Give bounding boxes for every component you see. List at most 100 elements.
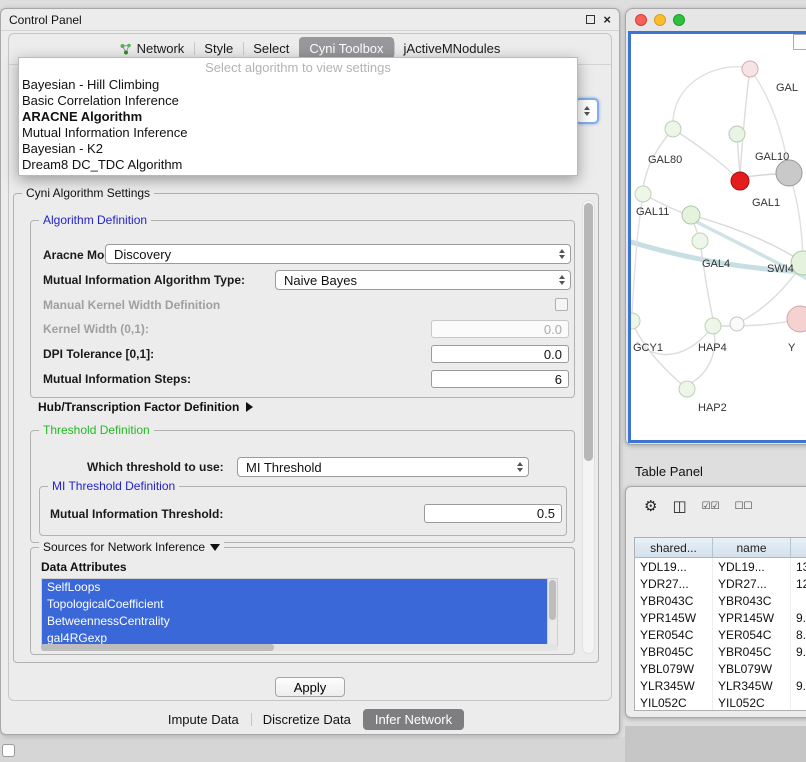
table-cell[interactable]: YDL19...: [713, 558, 791, 575]
data-attribute-item[interactable]: BetweennessCentrality: [42, 613, 547, 630]
table-cell[interactable]: YER054C: [713, 626, 791, 643]
table-cell[interactable]: YER054C: [635, 626, 713, 643]
close-window-icon[interactable]: ×: [603, 15, 611, 25]
table-cell[interactable]: [791, 694, 806, 711]
network-node[interactable]: [635, 186, 651, 202]
table-cell[interactable]: 13: [791, 558, 806, 575]
network-edge[interactable]: [746, 174, 778, 177]
scrollbar-thumb[interactable]: [41, 644, 274, 651]
network-edge[interactable]: [700, 241, 713, 319]
close-button[interactable]: [635, 14, 647, 26]
table-row[interactable]: YLR345WYLR345W9.: [635, 677, 806, 694]
collapsed-panel-icon[interactable]: [2, 744, 15, 757]
which-threshold-select[interactable]: MI Threshold: [237, 457, 529, 477]
network-node[interactable]: [776, 160, 802, 186]
network-node[interactable]: [692, 233, 708, 249]
network-node[interactable]: [730, 317, 744, 331]
table-cell[interactable]: 12: [791, 575, 806, 592]
dpi-tolerance-input[interactable]: 0.0: [431, 345, 569, 363]
network-node[interactable]: [682, 206, 700, 224]
data-attribute-item[interactable]: SelfLoops: [42, 579, 547, 596]
bottom-tab-discretize-data[interactable]: Discretize Data: [251, 709, 363, 730]
network-node[interactable]: [729, 126, 745, 142]
table-cell[interactable]: YDR27...: [713, 575, 791, 592]
table-cell[interactable]: 9.: [791, 643, 806, 660]
select-all-columns-icon[interactable]: ☑☑: [702, 498, 720, 516]
kernel-width-input[interactable]: 0.0: [431, 320, 569, 338]
scrollbar-thumb[interactable]: [584, 203, 593, 461]
data-attributes-list[interactable]: SelfLoopsTopologicalCoefficientBetweenne…: [41, 578, 558, 648]
algorithm-option[interactable]: Dream8 DC_TDC Algorithm: [19, 157, 577, 173]
float-window-icon[interactable]: [586, 15, 595, 24]
network-window-titlebar[interactable]: [626, 9, 806, 31]
bottom-tab-infer-network[interactable]: Infer Network: [363, 709, 464, 730]
network-node[interactable]: [742, 61, 758, 77]
algorithm-option[interactable]: Mutual Information Inference: [19, 125, 577, 141]
table-cell[interactable]: YIL052C: [635, 694, 713, 711]
minimize-button[interactable]: [654, 14, 666, 26]
aracne-mode-select[interactable]: Discovery: [105, 244, 571, 264]
table-cell[interactable]: YBR045C: [713, 643, 791, 660]
table-cell[interactable]: YBR043C: [713, 592, 791, 609]
table-row[interactable]: YBR043CYBR043C: [635, 592, 806, 609]
table-cell[interactable]: YBL079W: [635, 660, 713, 677]
attribute-list-scrollbar[interactable]: [547, 579, 557, 647]
apply-button[interactable]: Apply: [275, 677, 345, 697]
zoom-button[interactable]: [673, 14, 685, 26]
network-edge[interactable]: [673, 129, 734, 175]
network-node[interactable]: [787, 306, 806, 332]
network-edge[interactable]: [689, 326, 715, 384]
table-row[interactable]: YBR045CYBR045C9.: [635, 643, 806, 660]
table-row[interactable]: YER054CYER054C8.: [635, 626, 806, 643]
column-header[interactable]: name: [713, 538, 791, 557]
table-cell[interactable]: YBR045C: [635, 643, 713, 660]
algorithm-option[interactable]: Bayesian - Hill Climbing: [19, 77, 577, 93]
table-cell[interactable]: YPR145W: [635, 609, 713, 626]
column-header[interactable]: [791, 538, 806, 557]
table-cell[interactable]: [791, 660, 806, 677]
network-node[interactable]: [705, 318, 721, 334]
show-columns-icon[interactable]: ◫: [672, 498, 686, 516]
table-cell[interactable]: YBL079W: [713, 660, 791, 677]
table-row[interactable]: YPR145WYPR145W9.: [635, 609, 806, 626]
table-settings-gear-icon[interactable]: ⚙: [644, 498, 657, 516]
network-edge[interactable]: [634, 326, 687, 389]
table-row[interactable]: YDL19...YDL19...13: [635, 558, 806, 575]
algorithm-combobox-stepper[interactable]: [575, 98, 599, 124]
table-cell[interactable]: 9.: [791, 609, 806, 626]
table-cell[interactable]: 8.: [791, 626, 806, 643]
table-cell[interactable]: YDR27...: [635, 575, 713, 592]
data-attribute-item[interactable]: TopologicalCoefficient: [42, 596, 547, 613]
table-cell[interactable]: YIL052C: [713, 694, 791, 711]
mi-steps-input[interactable]: 6: [431, 370, 569, 388]
algorithm-option[interactable]: ARACNE Algorithm: [19, 109, 577, 125]
algorithm-option[interactable]: Bayesian - K2: [19, 141, 577, 157]
table-cell[interactable]: YBR043C: [635, 592, 713, 609]
network-node[interactable]: [679, 381, 695, 397]
table-cell[interactable]: YDL19...: [635, 558, 713, 575]
hub-section-toggle[interactable]: Hub/Transcription Factor Definition: [38, 400, 253, 414]
network-edge[interactable]: [673, 67, 744, 129]
sources-group-title[interactable]: Sources for Network Inference: [39, 540, 224, 554]
table-row[interactable]: YDR27...YDR27...12: [635, 575, 806, 592]
mi-threshold-input[interactable]: 0.5: [424, 504, 562, 523]
table-cell[interactable]: 9.: [791, 677, 806, 694]
table-cell[interactable]: YPR145W: [713, 609, 791, 626]
manual-kernel-checkbox[interactable]: [555, 298, 568, 311]
network-canvas[interactable]: GALGAL80GAL10GAL11GAL1SWI4GAL4GCY1HAP4YH…: [628, 31, 806, 443]
table-row[interactable]: YIL052CYIL052C: [635, 694, 806, 711]
column-header[interactable]: shared...: [635, 538, 713, 557]
table-cell[interactable]: YLR345W: [635, 677, 713, 694]
mi-algorithm-type-select[interactable]: Naive Bayes: [275, 270, 571, 290]
table-cell[interactable]: YLR345W: [713, 677, 791, 694]
control-panel-titlebar[interactable]: Control Panel ×: [1, 9, 619, 31]
network-node[interactable]: [665, 121, 681, 137]
attribute-list-hscrollbar[interactable]: [41, 644, 558, 651]
settings-scrollbar[interactable]: [582, 200, 595, 654]
network-edge[interactable]: [740, 69, 750, 174]
scrollbar-thumb[interactable]: [549, 580, 556, 620]
network-node[interactable]: [631, 313, 640, 329]
bottom-tab-impute-data[interactable]: Impute Data: [156, 709, 251, 730]
canvas-tool-chip[interactable]: [793, 34, 806, 50]
network-node[interactable]: [731, 172, 749, 190]
